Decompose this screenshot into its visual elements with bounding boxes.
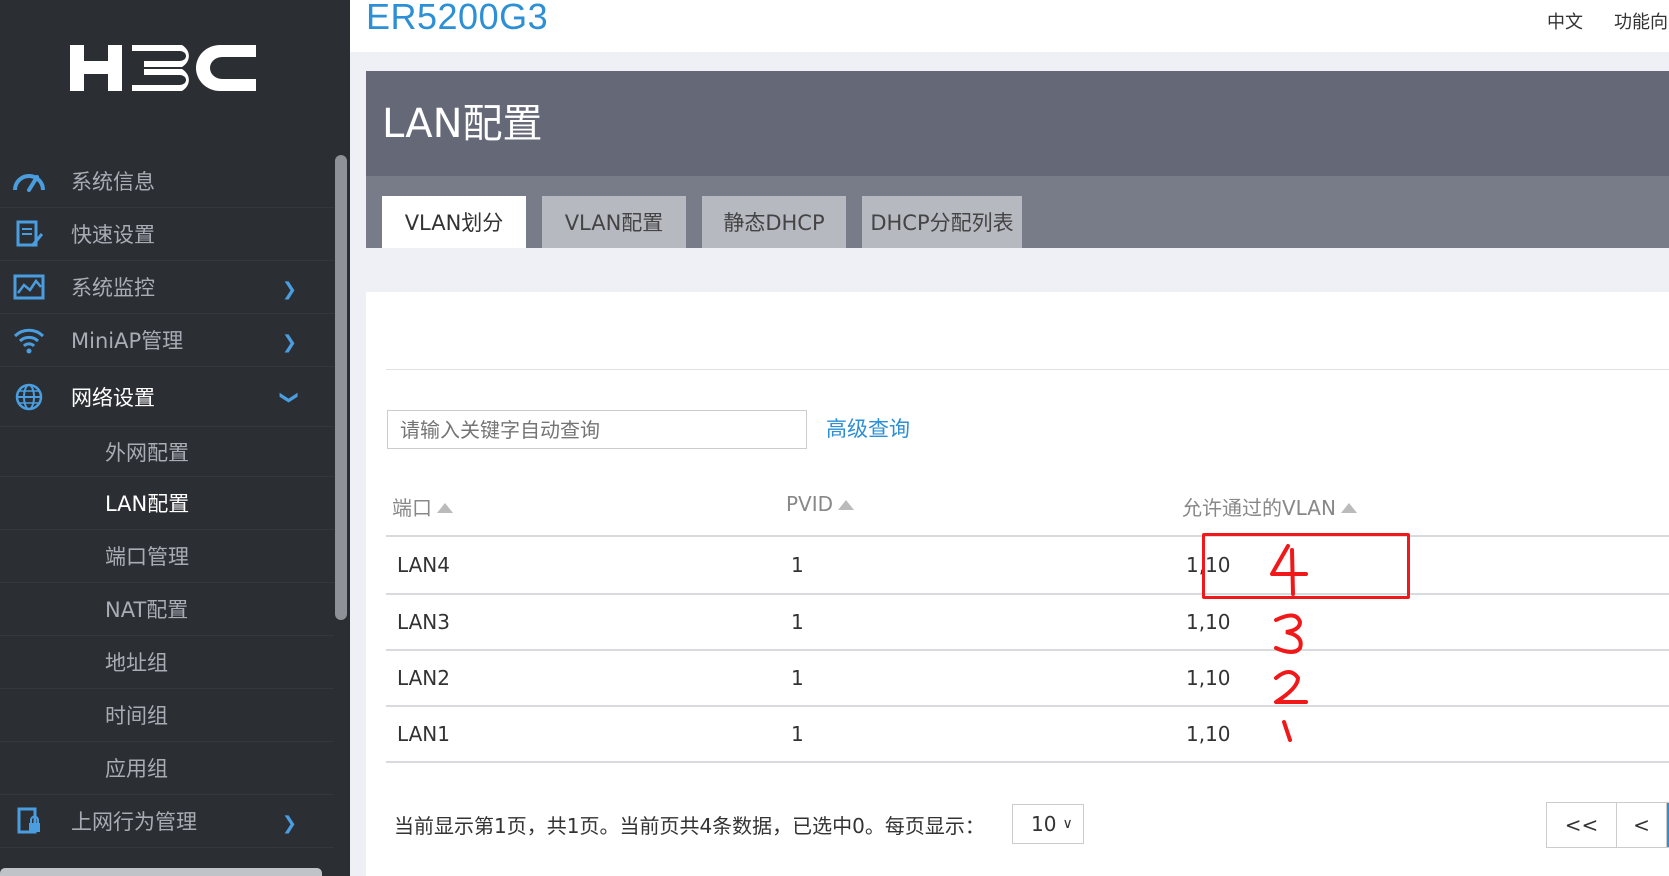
column-header-port[interactable]: 端口	[392, 492, 453, 521]
sidebar-subitem-lan-config[interactable]: LAN配置	[0, 477, 335, 530]
sidebar-horizontal-scrollbar[interactable]	[0, 868, 322, 876]
sidebar-subitem-port-management[interactable]: 端口管理	[0, 530, 335, 583]
chevron-down-icon: ∨	[1062, 816, 1073, 832]
cell-pvid: 1	[791, 666, 804, 690]
cell-allowed-vlan: 1,10	[1186, 666, 1231, 690]
wifi-icon	[9, 323, 49, 357]
page-size-value: 10	[1031, 812, 1057, 836]
sidebar-item-behavior-management[interactable]: 上网行为管理 ❯	[0, 795, 335, 848]
table-row[interactable]: LAN4 1 1,10	[386, 537, 1669, 595]
cell-pvid: 1	[791, 610, 804, 634]
column-header-label: 允许通过的VLAN	[1182, 496, 1336, 520]
search-input[interactable]	[387, 410, 807, 449]
sidebar-item-label: 系统监控	[71, 276, 155, 300]
column-header-label: PVID	[786, 492, 834, 516]
cell-port: LAN1	[397, 722, 450, 746]
globe-icon	[9, 380, 49, 414]
chevron-right-icon: ❯	[281, 279, 297, 300]
prev-page-button[interactable]: <	[1617, 803, 1667, 847]
sidebar-item-label: 快速设置	[71, 223, 155, 247]
chevron-right-icon: ❯	[281, 813, 297, 834]
sidebar-subitem-time-group[interactable]: 时间组	[0, 689, 335, 742]
h3c-logo	[70, 45, 256, 91]
page-size-select[interactable]: 10 ∨	[1012, 804, 1084, 844]
doc-lock-icon	[9, 804, 49, 838]
sidebar-item-label: MiniAP管理	[71, 329, 184, 353]
top-header: ER5200G3 中文 功能向	[350, 0, 1669, 52]
sidebar-item-quick-setup[interactable]: 快速设置	[0, 208, 335, 261]
monitor-chart-icon	[9, 270, 49, 304]
tab-vlan-config[interactable]: VLAN配置	[542, 196, 686, 248]
chevron-right-icon: ❯	[281, 332, 297, 353]
product-name: ER5200G3	[366, 0, 549, 37]
sort-ascending-icon	[437, 502, 453, 513]
clipboard-edit-icon	[9, 217, 49, 251]
column-header-pvid[interactable]: PVID	[786, 492, 855, 516]
sidebar-item-label: 系统信息	[71, 170, 155, 194]
sort-ascending-icon	[1340, 502, 1357, 513]
annotation-handwritten-numbers	[1270, 544, 1308, 742]
tab-bar: VLAN划分 VLAN配置 静态DHCP DHCP分配列表	[366, 176, 1669, 248]
language-switch[interactable]: 中文	[1547, 8, 1583, 34]
column-header-label: 端口	[392, 496, 432, 520]
tab-static-dhcp[interactable]: 静态DHCP	[702, 196, 846, 248]
cell-port: LAN2	[397, 666, 450, 690]
page-title: LAN配置	[382, 101, 543, 147]
first-page-button[interactable]: <<	[1547, 803, 1617, 847]
advanced-search-link[interactable]: 高级查询	[826, 413, 910, 443]
column-header-allowed-vlan[interactable]: 允许通过的VLAN	[1182, 492, 1357, 521]
sidebar-scrollbar-thumb[interactable]	[335, 155, 347, 620]
function-wizard-link[interactable]: 功能向	[1614, 8, 1668, 34]
row-divider	[386, 761, 1669, 763]
sort-ascending-icon	[838, 500, 855, 510]
chevron-down-icon: ❯	[278, 389, 300, 406]
content-panel: 高级查询 端口 PVID 允许通过的VLAN LAN4 1 1,10 LAN3 …	[366, 292, 1669, 876]
sidebar-subitem-address-group[interactable]: 地址组	[0, 636, 335, 689]
cell-pvid: 1	[791, 722, 804, 746]
cell-port: LAN3	[397, 610, 450, 634]
pagination-summary: 当前显示第1页，共1页。当前页共4条数据，已选中0。每页显示：	[394, 814, 985, 838]
sidebar-item-miniap[interactable]: MiniAP管理 ❯	[0, 314, 335, 367]
cell-allowed-vlan: 1,10	[1186, 610, 1231, 634]
table-row[interactable]: LAN2 1 1,10	[386, 650, 1669, 708]
table-row[interactable]: LAN1 1 1,10	[386, 706, 1669, 764]
sidebar-subitem-wan-config[interactable]: 外网配置	[0, 427, 335, 477]
sidebar-item-system-monitor[interactable]: 系统监控 ❯	[0, 261, 335, 314]
sidebar-subitem-app-group[interactable]: 应用组	[0, 742, 335, 795]
tab-vlan-division[interactable]: VLAN划分	[382, 196, 526, 248]
sidebar-item-label: 上网行为管理	[71, 810, 197, 834]
sidebar: 系统信息 快速设置 系统监控 ❯ MiniAP管理 ❯ 网络设置 ❯ 外网配置 …	[0, 0, 350, 876]
sidebar-item-network-settings[interactable]: 网络设置 ❯	[0, 367, 335, 427]
sidebar-menu: 系统信息 快速设置 系统监控 ❯ MiniAP管理 ❯ 网络设置 ❯ 外网配置 …	[0, 155, 335, 848]
pagination-controls: << <	[1546, 802, 1669, 848]
tab-dhcp-allocation-list[interactable]: DHCP分配列表	[862, 196, 1022, 248]
cell-allowed-vlan: 1,10	[1186, 722, 1231, 746]
cell-port: LAN4	[397, 553, 450, 577]
toolbar-divider	[386, 369, 1669, 370]
table-row[interactable]: LAN3 1 1,10	[386, 594, 1669, 652]
page-banner: LAN配置	[366, 71, 1669, 176]
gauge-icon	[9, 164, 49, 198]
sidebar-item-label: 网络设置	[71, 385, 155, 410]
sidebar-item-system-info[interactable]: 系统信息	[0, 155, 335, 208]
cell-pvid: 1	[791, 553, 804, 577]
sidebar-subitem-nat-config[interactable]: NAT配置	[0, 583, 335, 636]
